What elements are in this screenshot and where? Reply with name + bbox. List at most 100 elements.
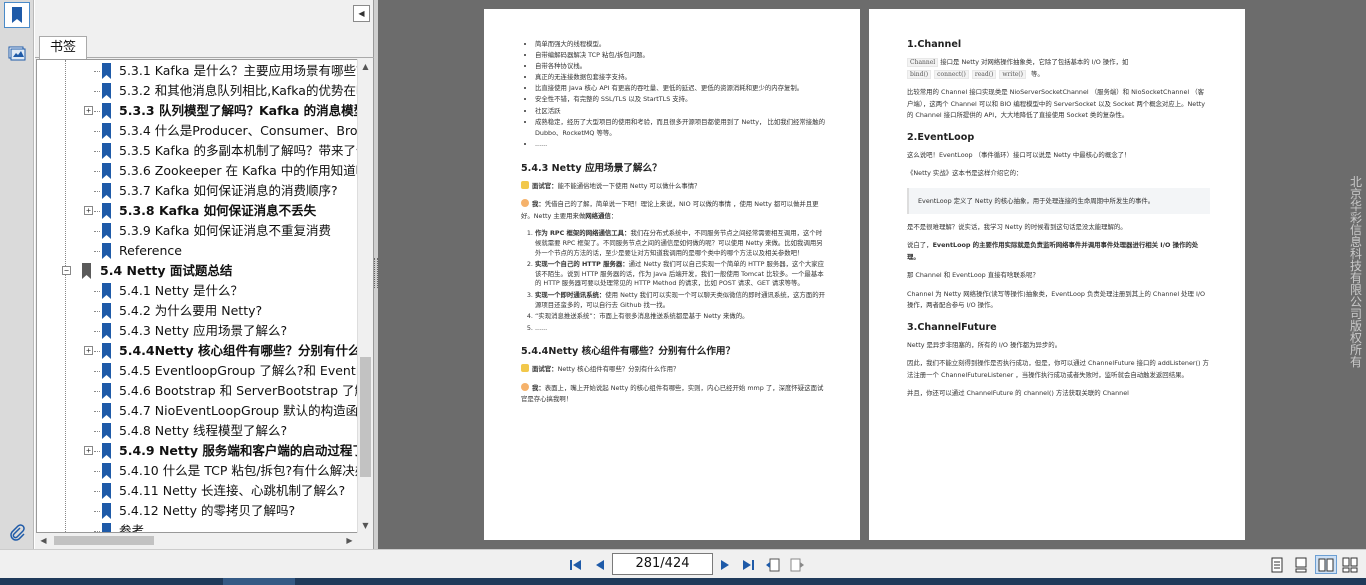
bookmark-label: 参考 xyxy=(119,523,145,533)
bookmark-item[interactable]: 5.3.4 什么是Producer、Consumer、Broker xyxy=(37,121,357,141)
tree-connector xyxy=(94,391,100,392)
bookmark-panel-icon[interactable] xyxy=(4,2,30,28)
scroll-down-icon[interactable]: ▼ xyxy=(358,518,373,533)
bookmark-label: 5.4.3 Netty 应用场景了解么? xyxy=(119,323,288,338)
bookmark-item[interactable]: +5.3.8 Kafka 如何保证消息不丢失 xyxy=(37,201,357,221)
page-number-input[interactable]: 281/424 xyxy=(612,553,713,575)
bookmark-label: 5.4.8 Netty 线程模型了解么? xyxy=(119,423,288,438)
forward-view-icon[interactable] xyxy=(788,555,806,574)
collapse-icon[interactable]: − xyxy=(62,266,71,275)
continuous-icon[interactable] xyxy=(1292,555,1310,574)
single-page-icon[interactable] xyxy=(1268,555,1286,574)
bookmark-item[interactable]: 5.3.9 Kafka 如何保证消息不重复消费 xyxy=(37,221,357,241)
paragraph: 这么说吧！EventLoop （事件循环）接口可以说是 Netty 中最核心的概… xyxy=(907,150,1131,159)
horizontal-scrollbar[interactable]: ◀ ▶ xyxy=(36,533,357,548)
bookmark-item[interactable]: 5.3.1 Kafka 是什么？主要应用场景有哪些？ xyxy=(37,61,358,81)
bookmark-item[interactable]: 5.4.11 Netty 长连接、心跳机制了解么? xyxy=(37,481,357,501)
bookmark-icon xyxy=(102,163,111,179)
bookmark-item[interactable]: 5.4.12 Netty 的零拷贝了解吗? xyxy=(37,501,357,521)
expand-icon[interactable]: + xyxy=(84,346,93,355)
bookmark-item[interactable]: +5.4.4Netty 核心组件有哪些？分别有什么作用？ xyxy=(37,341,357,361)
bookmark-item[interactable]: 5.4.5 EventloopGroup 了解么?和 EventLoop xyxy=(37,361,357,381)
hand-emoji-icon xyxy=(521,382,529,391)
expand-icon[interactable]: + xyxy=(84,106,93,115)
paragraph: Netty 是异步非阻塞的，所有的 I/O 操作都为异步的。 xyxy=(907,340,1062,349)
scroll-thumb[interactable] xyxy=(360,357,371,477)
two-page-icon[interactable] xyxy=(1315,555,1337,574)
document-viewport[interactable]: 简单而强大的线程模型。自带编解码器解决 TCP 粘包/拆包问题。自带各种协议栈。… xyxy=(378,0,1366,549)
bookmark-icon xyxy=(102,83,111,99)
scroll-up-icon[interactable]: ▲ xyxy=(358,59,373,74)
tree-connector xyxy=(94,291,100,292)
expand-icon[interactable]: + xyxy=(84,206,93,215)
bookmark-item[interactable]: 5.3.6 Zookeeper 在 Kafka 中的作用知道吗？ xyxy=(37,161,357,181)
tree-connector xyxy=(94,371,100,372)
bookmark-icon xyxy=(102,223,111,239)
bookmark-item[interactable]: Reference xyxy=(37,241,357,261)
bookmark-item[interactable]: 5.4.1 Netty 是什么？ xyxy=(37,281,357,301)
section-heading: 3.ChannelFuture xyxy=(907,321,997,333)
prev-page-icon[interactable] xyxy=(592,555,608,574)
taskbar-clock xyxy=(1210,578,1250,585)
bookmark-item[interactable]: 5.3.2 和其他消息队列相比,Kafka的优势在哪里 xyxy=(37,81,357,101)
bookmark-icon xyxy=(102,303,111,319)
last-page-icon[interactable] xyxy=(740,555,756,574)
expand-icon[interactable]: + xyxy=(84,446,93,455)
bookmark-label: 5.4.1 Netty 是什么？ xyxy=(119,283,243,298)
bookmark-item[interactable]: 5.4.7 NioEventLoopGroup 默认的构造函数 xyxy=(37,401,357,421)
bookmark-item[interactable]: +5.4.9 Netty 服务端和客户端的启动过程了解么 xyxy=(37,441,357,461)
bookmark-item[interactable]: 参考 xyxy=(37,521,357,533)
feature-list: 简单而强大的线程模型。自带编解码器解决 TCP 粘包/拆包问题。自带各种协议栈。… xyxy=(521,39,826,150)
use-case-list: 作为 RPC 框架的网络通信工具：我们在分布式系统中，不同服务节点之间经常需要相… xyxy=(521,229,826,333)
back-view-icon[interactable] xyxy=(764,555,782,574)
taskbar-active-app[interactable] xyxy=(223,578,295,585)
tree-connector xyxy=(94,231,100,232)
bookmark-item[interactable]: 5.3.7 Kafka 如何保证消息的消费顺序? xyxy=(37,181,357,201)
bookmark-item[interactable]: 5.3.5 Kafka 的多副本机制了解吗？带来了什么好处 xyxy=(37,141,357,161)
tree-connector xyxy=(94,491,100,492)
next-page-icon[interactable] xyxy=(717,555,733,574)
tree-connector xyxy=(94,251,100,252)
bookmark-item[interactable]: − 5.4 Netty 面试题总结 xyxy=(37,261,357,281)
bookmark-label: 5.3.7 Kafka 如何保证消息的消费顺序? xyxy=(119,183,338,198)
bookmark-item[interactable]: +5.3.3 队列模型了解吗？Kafka 的消息模型知道吗 xyxy=(37,101,357,121)
bookmark-label: 5.4.11 Netty 长连接、心跳机制了解么? xyxy=(119,483,346,498)
bookmark-item[interactable]: 5.4.3 Netty 应用场景了解么? xyxy=(37,321,357,341)
bookmark-item[interactable]: 5.4.10 什么是 TCP 粘包/拆包?有什么解决办法 xyxy=(37,461,357,481)
bookmark-label: 5.4.2 为什么要用 Netty? xyxy=(119,303,263,318)
tree-connector xyxy=(94,211,100,212)
bookmark-icon xyxy=(102,483,111,499)
bookmark-icon xyxy=(102,203,111,219)
bookmark-icon xyxy=(102,463,111,479)
layers-icon[interactable] xyxy=(4,40,30,66)
list-item: “实现消息推送系统”：市面上有很多消息推送系统都是基于 Netty 来做的。 xyxy=(535,312,826,322)
scroll-right-icon[interactable]: ▶ xyxy=(342,533,357,548)
bookmark-label: 5.4.12 Netty 的零拷贝了解吗? xyxy=(119,503,296,518)
scroll-left-icon[interactable]: ◀ xyxy=(36,533,51,548)
bookmark-item[interactable]: 5.4.6 Bootstrap 和 ServerBootstrap 了解么 xyxy=(37,381,357,401)
inline-code: bind() xyxy=(907,69,932,79)
tab-bookmarks[interactable]: 书签 xyxy=(39,36,88,59)
bookmark-tree: 5.3.1 Kafka 是什么？主要应用场景有哪些？ 5.3.2 和其他消息队列相… xyxy=(36,59,358,533)
bookmark-icon xyxy=(102,503,111,519)
collapse-panel-button[interactable]: ◀ xyxy=(353,5,370,22)
paragraph: 说白了，EventLoop 的主要作用实际就是负责监听网络事件并调用事件处理器进… xyxy=(907,241,1199,261)
attachment-icon[interactable] xyxy=(4,520,30,546)
list-item: 社区活跃 xyxy=(535,106,826,117)
scroll-thumb-horizontal[interactable] xyxy=(54,536,154,545)
bookmark-item[interactable]: 5.4.2 为什么要用 Netty? xyxy=(37,301,357,321)
interviewer-emoji-icon xyxy=(521,180,529,189)
two-page-continuous-icon[interactable] xyxy=(1341,555,1359,574)
first-page-icon[interactable] xyxy=(568,555,584,574)
list-item: ...... xyxy=(535,324,826,334)
bookmark-label: 5.3.1 Kafka 是什么？主要应用场景有哪些？ xyxy=(119,63,358,78)
bookmark-label: Reference xyxy=(119,243,182,258)
bookmark-item[interactable]: 5.4.8 Netty 线程模型了解么? xyxy=(37,421,357,441)
list-item: 实现一个即时通讯系统：使用 Netty 我们可以实现一个可以聊天类似微信的即时通… xyxy=(535,291,826,310)
panel-tabs: 书签 xyxy=(35,36,374,59)
vertical-scrollbar[interactable]: ▲ ▼ xyxy=(357,59,372,533)
list-item: 自带编解码器解决 TCP 粘包/拆包问题。 xyxy=(535,50,826,61)
bookmark-icon xyxy=(102,103,111,119)
list-item: 作为 RPC 框架的网络通信工具：我们在分布式系统中，不同服务节点之间经常需要相… xyxy=(535,229,826,258)
paragraph: Channel 接口是 Netty 对网络操作抽象类，它除了包括基本的 I/O … xyxy=(907,57,1210,80)
